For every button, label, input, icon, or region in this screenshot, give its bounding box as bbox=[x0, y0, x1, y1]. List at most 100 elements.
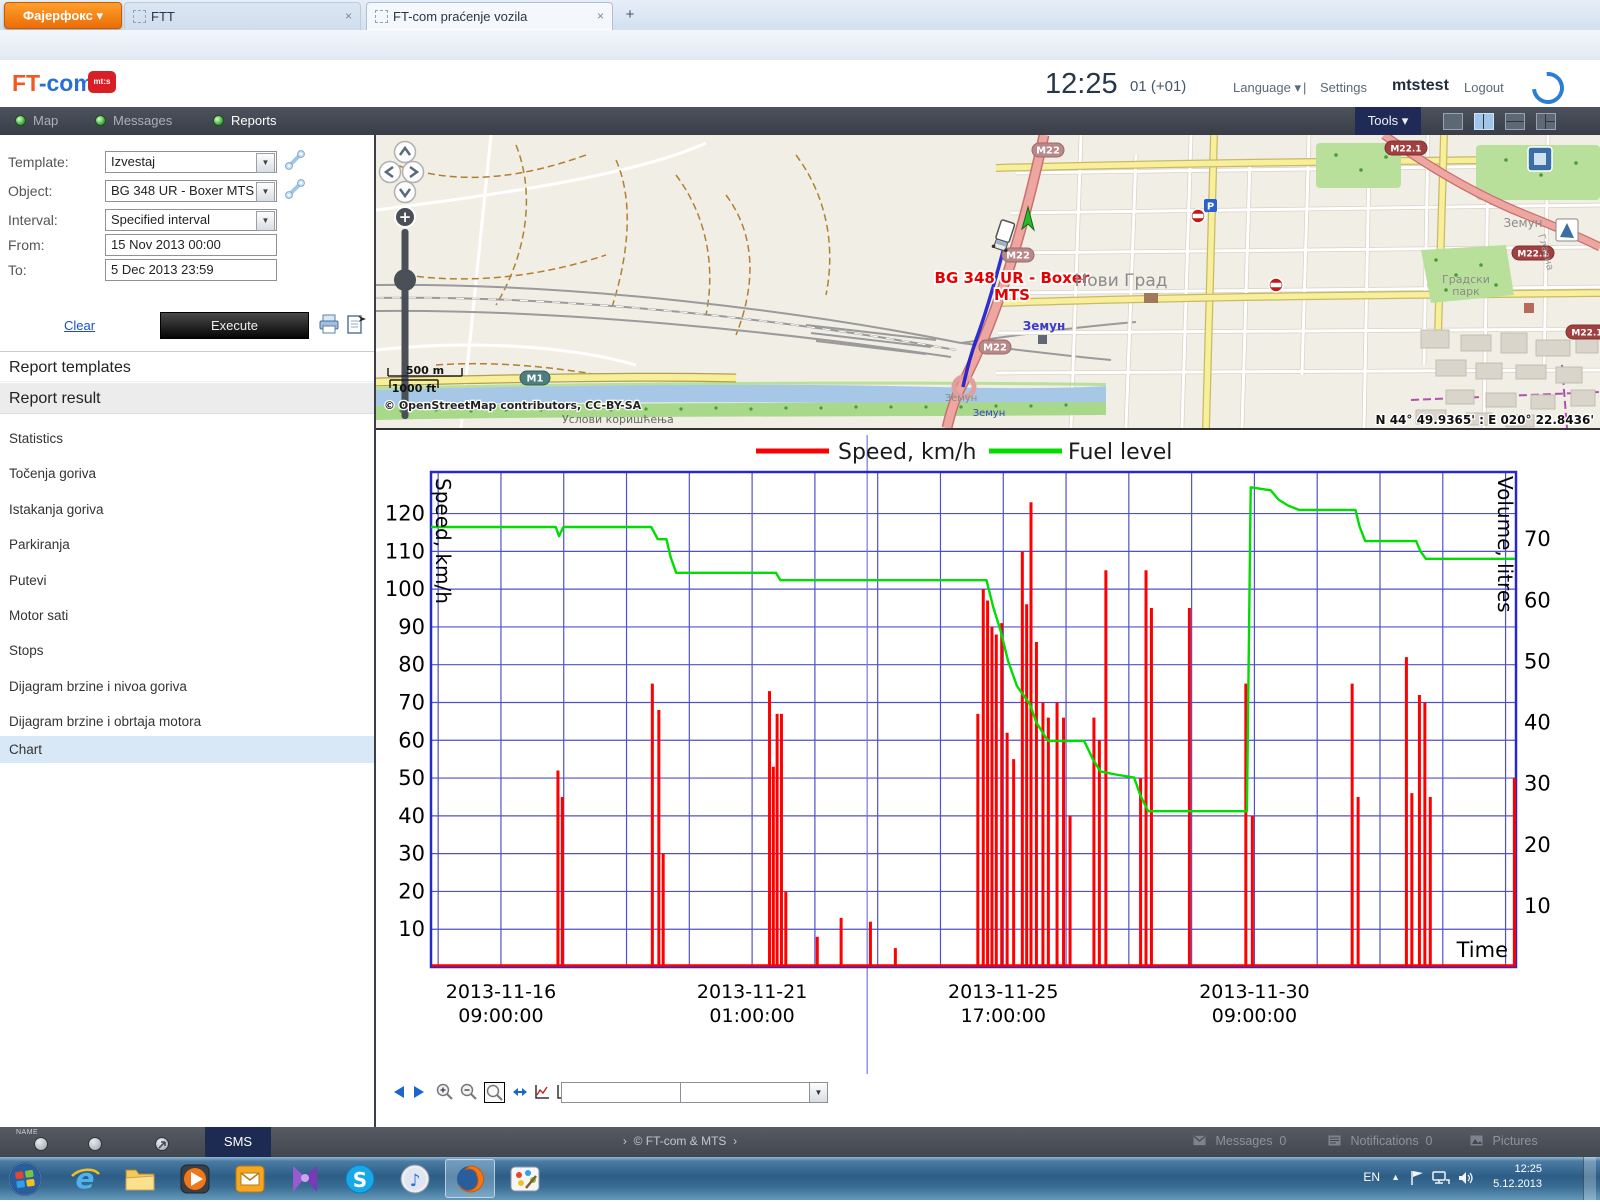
layout-mixed-icon[interactable] bbox=[1536, 113, 1556, 130]
range-input[interactable] bbox=[561, 1082, 685, 1103]
sidebar-item-to-enja-goriva[interactable]: Točenja goriva bbox=[0, 460, 374, 487]
network-icon[interactable] bbox=[1432, 1170, 1450, 1186]
firefox-menu-button[interactable]: Фајерфокс ▾ bbox=[4, 2, 122, 29]
tray-clock[interactable]: 12:25 5.12.2013 bbox=[1493, 1162, 1542, 1192]
tools-button[interactable]: Tools ▾ bbox=[1355, 107, 1421, 135]
execute-button[interactable]: Execute bbox=[160, 312, 309, 339]
svg-text:P: P bbox=[1207, 202, 1214, 213]
zoom-in-button[interactable] bbox=[436, 1083, 454, 1101]
sidebar-item-stops[interactable]: Stops bbox=[0, 637, 374, 664]
to-input[interactable]: 5 Dec 2013 23:59 bbox=[105, 259, 277, 281]
print-icon[interactable] bbox=[318, 313, 340, 335]
show-desktop-button[interactable] bbox=[1583, 1157, 1596, 1200]
chevron-down-icon[interactable]: ▼ bbox=[256, 211, 275, 231]
taskbar-paint-icon[interactable] bbox=[500, 1159, 550, 1198]
taskbar-outlook-icon[interactable] bbox=[225, 1159, 275, 1198]
action-center-flag-icon[interactable] bbox=[1410, 1170, 1424, 1186]
y-left-tick: 50 bbox=[398, 766, 425, 790]
template-select[interactable]: Izvestaj▼ bbox=[105, 151, 277, 173]
layout-horizontal-split-icon[interactable] bbox=[1505, 113, 1525, 130]
x-tick-date: 2013-11-25 bbox=[948, 981, 1058, 1003]
zoom-slider-handle[interactable] bbox=[394, 269, 416, 291]
sidebar-item-motor-sati[interactable]: Motor sati bbox=[0, 602, 374, 629]
clear-link[interactable]: Clear bbox=[64, 318, 95, 333]
pan-right-button[interactable] bbox=[414, 1086, 424, 1098]
speed-fuel-chart[interactable]: 1201101009080706050403020107060504030201… bbox=[376, 430, 1600, 1100]
name-label: NAME bbox=[16, 1129, 38, 1136]
taskbar-itunes-icon[interactable]: ♪ bbox=[390, 1159, 440, 1198]
mts-logo: mt:s bbox=[88, 71, 116, 93]
plot-settings-button[interactable] bbox=[534, 1084, 550, 1100]
taskbar-mediaplayer-icon[interactable] bbox=[170, 1159, 220, 1198]
nav-map[interactable]: Map bbox=[15, 107, 58, 135]
sms-button[interactable]: SMS bbox=[205, 1127, 271, 1157]
loading-spinner-icon bbox=[1525, 65, 1570, 110]
toggle-knob-3[interactable] bbox=[155, 1137, 169, 1151]
range-dropdown[interactable]: ▼ bbox=[809, 1082, 828, 1103]
export-icon[interactable] bbox=[345, 313, 367, 335]
browser-tab-ftcom[interactable]: FT-com praćenje vozila × bbox=[366, 2, 613, 30]
logout-link[interactable]: Logout bbox=[1464, 80, 1504, 95]
object-label: Object: bbox=[8, 183, 52, 199]
tab-close-icon[interactable]: × bbox=[345, 9, 352, 23]
green-dot-icon bbox=[213, 115, 224, 126]
report-templates-section[interactable]: Report templates bbox=[0, 351, 374, 382]
from-input[interactable]: 15 Nov 2013 00:00 bbox=[105, 234, 277, 256]
object-select[interactable]: BG 348 UR - Boxer MTS▼ bbox=[105, 180, 277, 202]
fit-view-button[interactable] bbox=[512, 1084, 528, 1100]
toggle-knob-2[interactable] bbox=[88, 1137, 102, 1151]
layout-single-icon[interactable] bbox=[1443, 113, 1463, 130]
new-tab-button[interactable]: + bbox=[618, 5, 642, 25]
tab-close-icon[interactable]: × bbox=[597, 9, 604, 23]
username[interactable]: mtstest bbox=[1392, 77, 1449, 95]
tray-expand-icon[interactable]: ▲ bbox=[1391, 1172, 1400, 1182]
y-left-tick: 100 bbox=[385, 577, 425, 601]
x-tick-date: 2013-11-30 bbox=[1199, 981, 1309, 1003]
browser-tab-ftt[interactable]: FTT × bbox=[124, 2, 361, 30]
sidebar-item-dijagram-brzine-i-nivoa-goriva[interactable]: Dijagram brzine i nivoa goriva bbox=[0, 673, 374, 700]
chevron-down-icon[interactable]: ▼ bbox=[256, 182, 275, 202]
object-wrench-icon[interactable] bbox=[284, 178, 306, 200]
map-station-icon bbox=[1038, 335, 1047, 344]
chevron-down-icon[interactable]: ▼ bbox=[256, 153, 275, 173]
notifications-status[interactable]: Notifications 0 bbox=[1328, 1134, 1432, 1148]
nav-messages[interactable]: Messages bbox=[95, 107, 172, 135]
sidebar-item-putevi[interactable]: Putevi bbox=[0, 567, 374, 594]
settings-link[interactable]: Settings bbox=[1320, 80, 1367, 95]
toggle-knob-1[interactable] bbox=[34, 1137, 48, 1151]
sidebar-item-dijagram-brzine-i-obrtaja-motora[interactable]: Dijagram brzine i obrtaja motora bbox=[0, 708, 374, 735]
chart-panel: 1201101009080706050403020107060504030201… bbox=[376, 428, 1600, 1127]
start-button[interactable] bbox=[2, 1159, 48, 1198]
taskbar-explorer-icon[interactable] bbox=[115, 1159, 165, 1198]
zoom-out-button[interactable] bbox=[460, 1083, 478, 1101]
sidebar-item-statistics[interactable]: Statistics bbox=[0, 425, 374, 452]
sidebar-item-chart[interactable]: Chart bbox=[0, 736, 374, 763]
language-indicator[interactable]: EN bbox=[1363, 1170, 1380, 1184]
zoom-select-button[interactable] bbox=[484, 1082, 505, 1103]
range-input-2[interactable] bbox=[680, 1082, 812, 1103]
place-label-park: парк bbox=[1452, 285, 1480, 298]
messages-status[interactable]: Messages 0 bbox=[1193, 1134, 1286, 1148]
green-dot-icon bbox=[95, 115, 106, 126]
svg-text:M22.1: M22.1 bbox=[1390, 145, 1421, 155]
nav-reports[interactable]: Reports bbox=[213, 107, 277, 135]
language-menu[interactable]: Language ▾ bbox=[1233, 80, 1301, 96]
pictures-status[interactable]: Pictures bbox=[1470, 1134, 1538, 1148]
sidebar-item-istakanja-goriva[interactable]: Istakanja goriva bbox=[0, 496, 374, 523]
taskbar-purple-app-icon[interactable] bbox=[280, 1159, 330, 1198]
taskbar-ie-icon[interactable]: e bbox=[60, 1159, 110, 1198]
layout-vertical-split-icon[interactable] bbox=[1474, 113, 1494, 130]
volume-icon[interactable] bbox=[1458, 1170, 1474, 1186]
taskbar-firefox-icon[interactable] bbox=[445, 1159, 495, 1198]
interval-select[interactable]: Specified interval▼ bbox=[105, 209, 277, 231]
envelope-icon bbox=[1193, 1135, 1206, 1146]
taskbar-skype-icon[interactable]: S bbox=[335, 1159, 385, 1198]
map-canvas[interactable]: M22 M22 M22 M1 M22.1 M22.1 M22.1 P BG 34… bbox=[376, 135, 1600, 428]
map-panel[interactable]: M22 M22 M22 M1 M22.1 M22.1 M22.1 P BG 34… bbox=[376, 135, 1600, 428]
report-result-section[interactable]: Report result bbox=[0, 383, 374, 414]
template-wrench-icon[interactable] bbox=[284, 149, 306, 171]
legend-label: Speed, km/h bbox=[838, 440, 976, 465]
sidebar-item-parkiranja[interactable]: Parkiranja bbox=[0, 531, 374, 558]
pan-left-button[interactable] bbox=[394, 1086, 404, 1098]
map-terms-link[interactable]: Услови коришћења bbox=[562, 413, 674, 426]
